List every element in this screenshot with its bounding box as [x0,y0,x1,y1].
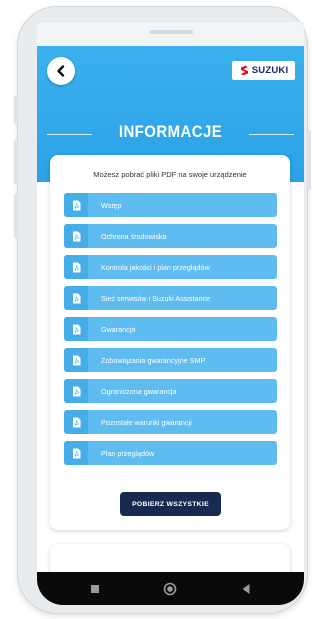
doc-item-kontrola-jakosci[interactable]: Kontrola jakości i plan przeglądów [64,255,277,279]
home-button[interactable] [160,579,180,599]
doc-label: Wstęp [101,200,122,210]
logo-text: SUZUKI [251,65,289,76]
pdf-icon [64,348,88,372]
pdf-icon [64,193,88,217]
doc-item-zobowiazania-smp[interactable]: Zobowiązania gwarancyjne SMP [64,348,277,372]
doc-item-ograniczona-gwarancja[interactable]: Ograniczona gwarancja [64,379,277,403]
circle-home-icon [164,582,177,595]
status-bar [37,22,304,46]
suzuki-logo: SUZUKI [232,61,295,80]
doc-item-wstep[interactable]: Wstęp [64,193,277,217]
doc-label: Zobowiązania gwarancyjne SMP [101,355,206,365]
pdf-icon [64,317,88,341]
pdf-icon [64,410,88,434]
recent-apps-button[interactable] [85,579,105,599]
documents-card: Możesz pobrać pliki PDF na swoje urządze… [50,155,290,530]
title-divider-right [249,134,294,135]
pdf-icon [64,286,88,310]
title-row: INFORMACJE [37,122,304,146]
suzuki-s-icon [240,65,248,76]
doc-label: Ochrona środowiska [101,231,167,241]
doc-item-plan-przegladow[interactable]: Plan przeglądów [64,441,277,465]
doc-label: Plan przeglądów [101,448,155,458]
pdf-icon [64,379,88,403]
doc-label: Sieć serwisów i Suzuki Assistance [101,293,211,303]
doc-item-siec-serwisow[interactable]: Sieć serwisów i Suzuki Assistance [64,286,277,310]
back-button[interactable] [47,57,75,85]
doc-label: Ograniczona gwarancja [101,386,177,396]
triangle-back-icon [242,583,250,594]
speaker-slot [149,30,193,34]
phone-side-button [14,96,18,124]
doc-item-ochrona-srodowiska[interactable]: Ochrona środowiska [64,224,277,248]
doc-label: Kontrola jakości i plan przeglądów [101,262,210,272]
square-icon [90,584,99,593]
doc-item-pozostale-warunki[interactable]: Pozostałe warunki gwarancji [64,410,277,434]
app-screen: SUZUKI INFORMACJE Możesz pobrać pliki PD… [37,22,304,605]
doc-item-gwarancja[interactable]: Gwarancja [64,317,277,341]
pdf-icon [64,224,88,248]
chevron-left-icon [57,65,65,77]
android-nav-bar [37,572,304,605]
pdf-icon [64,441,88,465]
phone-side-button [14,194,18,238]
pdf-icon [64,255,88,279]
doc-label: Gwarancja [101,324,136,334]
phone-side-button [307,130,311,190]
nav-back-button[interactable] [236,579,256,599]
download-all-button[interactable]: POBIERZ WSZYSTKIE [120,492,221,516]
doc-label: Pozostałe warunki gwarancji [101,417,192,427]
phone-side-button [14,140,18,184]
card-subtitle: Możesz pobrać pliki PDF na swoje urządze… [93,170,247,179]
page-title: INFORMACJE [118,122,223,141]
